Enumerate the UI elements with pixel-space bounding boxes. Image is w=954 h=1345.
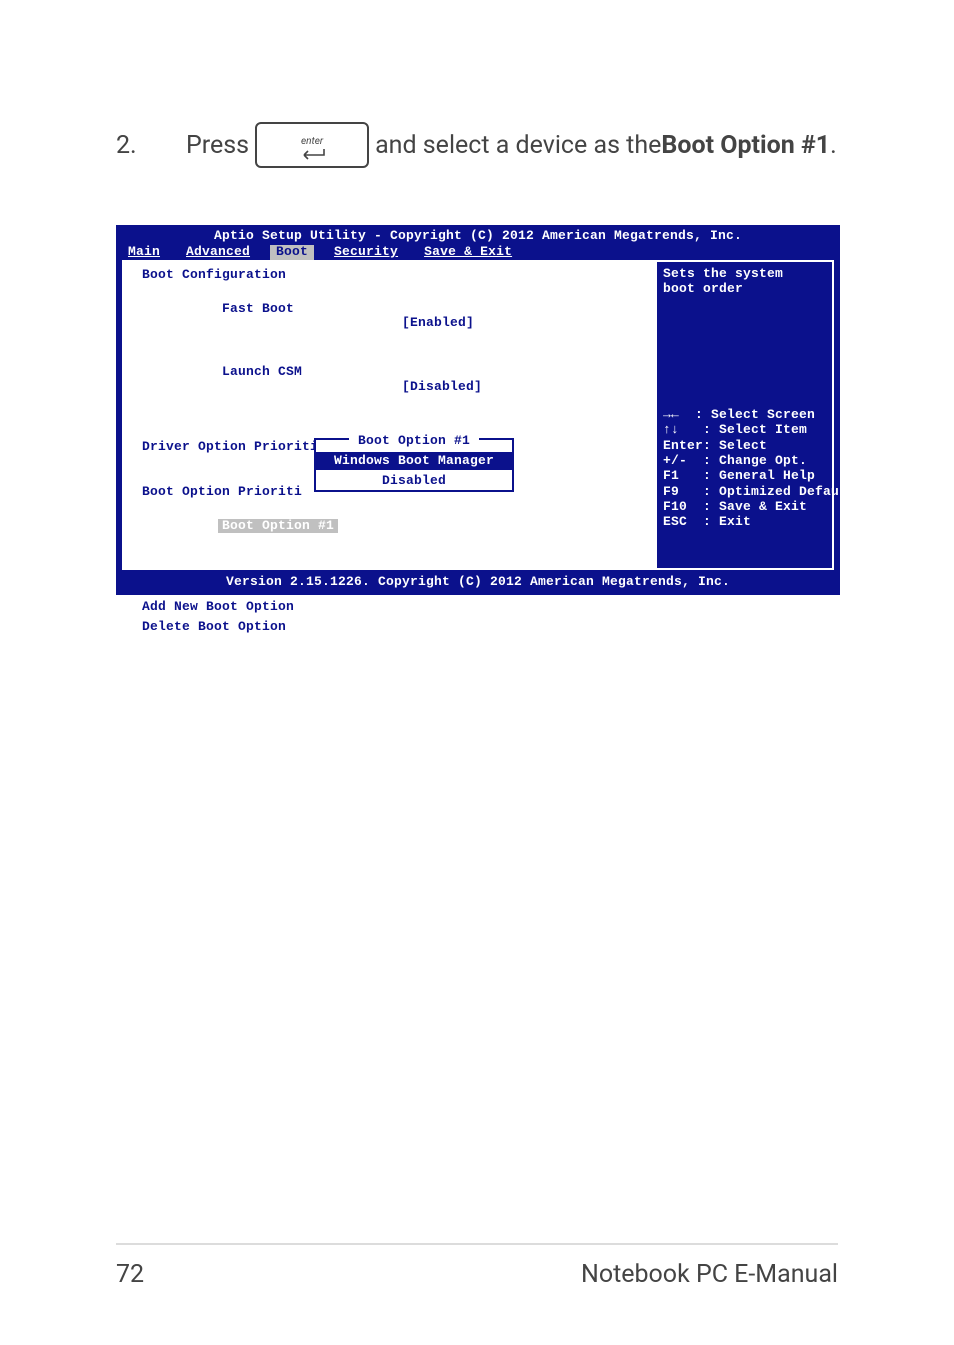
step-text-bold: Boot Option #1 [661,131,830,160]
popup-option-disabled[interactable]: Disabled [316,472,512,490]
launch-csm-value: [Disabled] [402,380,482,394]
help-key-exit: ESC : Exit [663,515,826,529]
bios-settings-pane: Boot Configuration Fast Boot [Enabled] L… [142,264,644,566]
page-footer-rule [116,1243,838,1245]
help-key-opt-defaults: F9 : Optimized Defaults [663,485,826,499]
enter-key-label: enter [301,136,323,147]
bios-body: Boot Configuration Fast Boot [Enabled] L… [122,260,834,570]
help-key-select-screen: →← : Select Screen [663,408,826,422]
help-key-select-item: ↑↓ : Select Item [663,423,826,437]
fast-boot-row[interactable]: Fast Boot [Enabled] [142,288,644,345]
bios-header: Aptio Setup Utility - Copyright (C) 2012… [118,227,838,245]
help-description-line-2: boot order [663,282,826,296]
popup-option-windows-boot-manager[interactable]: Windows Boot Manager [316,450,512,472]
popup-title: Boot Option #1 [349,433,479,449]
launch-csm-row[interactable]: Launch CSM [Disabled] [142,351,644,408]
boot-option-popup: Boot Option #1 Windows Boot Manager Disa… [314,438,514,493]
help-description-line-1: Sets the system [663,267,826,281]
tab-main[interactable]: Main [122,245,166,259]
boot-option-1-row[interactable]: Boot Option #1 [142,505,644,548]
bios-help-pane: Sets the system boot order →← : Select S… [657,262,832,568]
step-text-before-key: Press [186,131,249,160]
help-key-change-opt: +/- : Change Opt. [663,454,826,468]
boot-option-1-label: Boot Option #1 [218,519,338,533]
bios-panel: Aptio Setup Utility - Copyright (C) 2012… [116,225,840,595]
fast-boot-value: [Enabled] [402,316,474,330]
add-new-boot-option[interactable]: Add New Boot Option [142,600,644,614]
tab-security[interactable]: Security [328,245,404,259]
bios-tabs: Main Advanced Boot Security Save & Exit [118,245,838,259]
page-number: 72 [116,1260,144,1289]
help-key-select: Enter: Select [663,439,826,453]
tab-save-exit[interactable]: Save & Exit [418,245,518,259]
page-source: Notebook PC E-Manual [581,1260,838,1289]
delete-boot-option[interactable]: Delete Boot Option [142,620,644,634]
help-key-save-exit: F10 : Save & Exit [663,500,826,514]
step-text-after-key-2: . [830,131,837,160]
step-instruction: 2. Press enter and select a device as th… [116,122,838,168]
fast-boot-label: Fast Boot [222,301,294,316]
launch-csm-label: Launch CSM [222,364,302,379]
return-arrow-icon [298,148,326,160]
tab-boot[interactable]: Boot [270,245,314,259]
page-root: 2. Press enter and select a device as th… [0,0,954,1345]
boot-configuration-heading: Boot Configuration [142,268,644,282]
step-number: 2. [116,131,150,160]
help-key-general-help: F1 : General Help [663,469,826,483]
step-text-after-key-1: and select a device as the [375,131,661,160]
tab-advanced[interactable]: Advanced [180,245,256,259]
enter-key-icon: enter [255,122,369,168]
